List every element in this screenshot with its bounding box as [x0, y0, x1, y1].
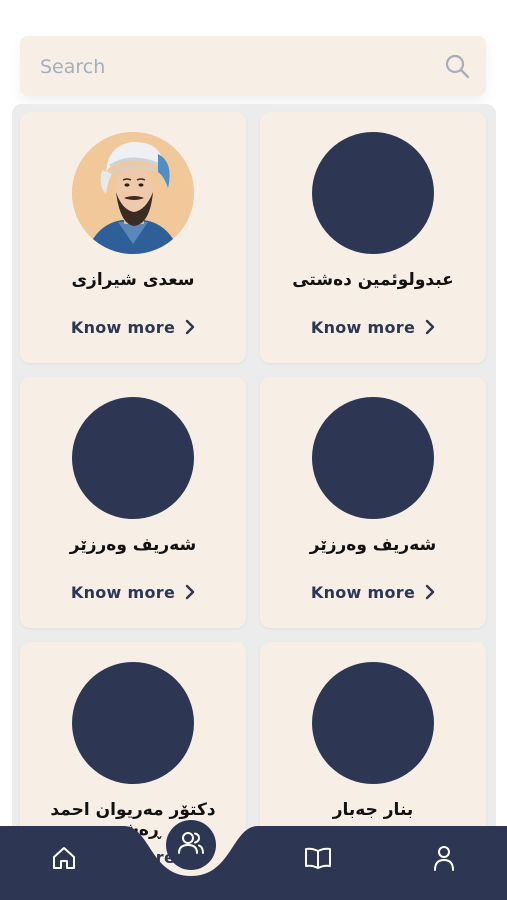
poet-avatar — [312, 662, 434, 784]
search-input[interactable] — [38, 50, 422, 84]
poet-avatar — [72, 132, 194, 254]
know-more-label: Know more — [70, 318, 176, 337]
search-icon[interactable] — [444, 53, 470, 83]
chevron-right-icon — [425, 319, 435, 339]
know-more-label: Know more — [70, 583, 176, 602]
know-more-link[interactable]: Know more — [260, 583, 486, 604]
poet-name: شەریف وەرزێر — [309, 535, 437, 555]
poet-name: شەریف وەرزێر — [69, 535, 197, 555]
chevron-right-icon — [185, 319, 195, 339]
poet-avatar — [72, 662, 194, 784]
nav-people[interactable] — [166, 820, 216, 870]
know-more-link[interactable]: Know more — [20, 583, 246, 604]
person-icon — [432, 845, 456, 875]
nav-home[interactable] — [44, 840, 84, 880]
people-icon — [177, 830, 205, 860]
chevron-right-icon — [185, 584, 195, 604]
poet-name: بنار جەبار — [332, 800, 414, 820]
poet-card[interactable]: سعدی شیرازی Know more — [20, 112, 246, 363]
book-icon — [304, 846, 332, 874]
nav-profile[interactable] — [424, 840, 464, 880]
know-more-link[interactable]: Know more — [260, 318, 486, 339]
chevron-right-icon — [425, 584, 435, 604]
poet-avatar — [312, 397, 434, 519]
poet-avatar — [72, 397, 194, 519]
home-icon — [51, 845, 77, 875]
poet-card[interactable]: عبدولوئمین دەشتی Know more — [260, 112, 486, 363]
search-bar — [20, 36, 486, 96]
nav-library[interactable] — [298, 840, 338, 880]
poet-name: سعدی شیرازی — [71, 270, 195, 290]
know-more-link[interactable]: Know more — [20, 318, 246, 339]
know-more-label: Know more — [310, 583, 416, 602]
poet-card[interactable]: شەریف وەرزێر Know more — [260, 377, 486, 628]
know-more-label: Know more — [310, 318, 416, 337]
poet-name: عبدولوئمین دەشتی — [292, 270, 454, 290]
poet-avatar — [312, 132, 434, 254]
poet-card[interactable]: شەریف وەرزێر Know more — [20, 377, 246, 628]
